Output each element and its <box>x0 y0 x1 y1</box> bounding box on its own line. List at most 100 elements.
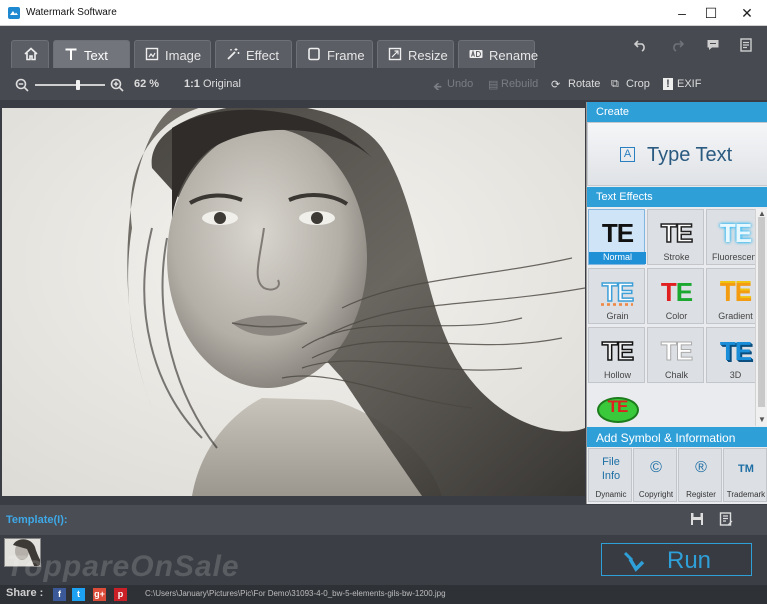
effect-color-t: T <box>661 277 676 307</box>
effect-stroke-preview: TE <box>648 218 705 249</box>
text-icon <box>64 47 78 61</box>
scroll-down-icon[interactable]: ▼ <box>758 415 766 424</box>
status-bar: Share : f t g+ p C:\Users\January\Pictur… <box>0 585 767 604</box>
tab-frame[interactable]: Frame <box>296 40 373 68</box>
share-label: Share : <box>6 587 43 599</box>
file-info-icon: File Info <box>589 455 633 483</box>
exif-button[interactable]: EXIF <box>677 78 701 90</box>
symbol-trademark[interactable]: TM Trademark <box>723 448 767 502</box>
window-title: Watermark Software <box>26 7 117 18</box>
maximize-button[interactable]: ☐ <box>694 0 728 26</box>
portrait-photo <box>2 108 585 496</box>
tab-rename-label: Rename <box>489 48 538 63</box>
tab-frame-label: Frame <box>327 48 365 63</box>
feedback-button[interactable] <box>698 30 728 60</box>
rotate-icon: ⟳ <box>551 78 560 91</box>
effect-grain[interactable]: TE Grain <box>588 268 645 324</box>
image-canvas[interactable] <box>2 108 585 496</box>
chat-icon <box>706 38 720 52</box>
template-label: Template(I): <box>6 514 68 526</box>
edit-template-icon[interactable] <box>719 512 733 526</box>
google-plus-icon[interactable]: g+ <box>93 588 106 601</box>
tab-image-label: Image <box>165 48 201 63</box>
effect-stroke[interactable]: TE Stroke <box>647 209 704 265</box>
type-text-button[interactable]: A Type Text <box>587 122 767 186</box>
tab-resize-label: Resize <box>408 48 448 63</box>
tab-home[interactable] <box>11 40 49 68</box>
rebuild-button[interactable]: Rebuild <box>501 78 538 90</box>
symbol-dynamic-label: Dynamic <box>589 490 633 499</box>
facebook-icon[interactable]: f <box>53 588 66 601</box>
original-size-icon: 1:1 <box>184 78 200 90</box>
effect-hollow[interactable]: TE Hollow <box>588 327 645 383</box>
template-bar: Template(I): <box>0 505 767 535</box>
menu-button[interactable] <box>731 30 761 60</box>
symbol-dynamic[interactable]: File Info Dynamic <box>588 448 632 502</box>
title-bar: Watermark Software – ☐ ✕ <box>0 0 767 26</box>
effects-scrollbar[interactable]: ▲ ▼ <box>755 209 767 426</box>
resize-icon <box>388 47 402 61</box>
magic-wand-icon <box>622 550 646 572</box>
zoom-slider-thumb[interactable] <box>76 80 80 90</box>
effect-sticker[interactable]: TE <box>588 386 645 426</box>
zoom-percent: 62 % <box>134 78 159 90</box>
trademark-icon: TM <box>724 463 767 475</box>
twitter-icon[interactable]: t <box>72 588 85 601</box>
effect-color-label: Color <box>648 311 705 321</box>
file-path: C:\Users\January\Pictures\Pic\For Demo\3… <box>145 589 446 598</box>
symbol-copyright-label: Copyright <box>634 490 678 499</box>
document-list-icon <box>739 38 753 52</box>
main-tab-bar: Text Image Effect Frame Resize Rename <box>0 26 767 70</box>
image-icon <box>145 47 159 61</box>
zoom-in-icon[interactable] <box>110 78 124 92</box>
tab-image[interactable]: Image <box>134 40 211 68</box>
tab-text[interactable]: Text <box>53 40 130 68</box>
effect-chalk-label: Chalk <box>648 370 705 380</box>
text-effects-header: Text Effects <box>587 187 767 207</box>
save-template-icon[interactable] <box>690 512 704 526</box>
tab-rename[interactable]: Rename <box>458 40 535 68</box>
tab-resize[interactable]: Resize <box>377 40 454 68</box>
rotate-button[interactable]: Rotate <box>568 78 600 90</box>
effect-grain-preview: TE <box>589 277 646 308</box>
pinterest-icon[interactable]: p <box>114 588 127 601</box>
effect-chalk[interactable]: TE Chalk <box>647 327 704 383</box>
effect-normal-label: Normal <box>589 252 646 264</box>
home-icon <box>24 47 38 61</box>
copyright-icon: © <box>634 459 678 477</box>
effect-color-preview: TE <box>648 277 705 308</box>
effect-sticker-preview: TE <box>589 397 646 417</box>
create-header: Create <box>587 102 767 122</box>
frame-icon <box>307 47 321 61</box>
crop-icon: ⧉ <box>611 78 619 91</box>
effect-color-e: E <box>676 277 692 307</box>
zoom-slider-track[interactable] <box>35 84 105 86</box>
crop-button[interactable]: Crop <box>626 78 650 90</box>
effect-normal[interactable]: TE Normal <box>588 209 645 265</box>
symbol-trademark-label: Trademark <box>724 490 767 499</box>
original-size-button[interactable]: Original <box>203 78 241 90</box>
symbol-register[interactable]: ® Register <box>678 448 722 502</box>
effect-color[interactable]: TE Color <box>647 268 704 324</box>
rebuild-icon: ▤ <box>488 78 498 91</box>
redo-arrow-button[interactable] <box>662 30 692 60</box>
watermark-text: ToppareOnSale <box>6 550 240 584</box>
effect-chalk-preview: TE <box>648 336 705 367</box>
zoom-out-icon[interactable] <box>15 78 29 92</box>
tab-effect[interactable]: Effect <box>215 40 292 68</box>
effect-stroke-label: Stroke <box>648 252 705 262</box>
symbol-copyright[interactable]: © Copyright <box>633 448 677 502</box>
undo-button[interactable]: Undo <box>447 78 473 90</box>
undo-arrow-button[interactable] <box>626 30 656 60</box>
run-label: Run <box>667 547 711 575</box>
run-button[interactable]: Run <box>601 543 752 576</box>
close-button[interactable]: ✕ <box>730 0 764 26</box>
redo-icon <box>670 38 684 52</box>
symbol-register-label: Register <box>679 490 723 499</box>
undo-arrow-icon: 🡸 <box>433 78 442 97</box>
scroll-thumb[interactable] <box>758 217 765 407</box>
text-box-icon: A <box>620 147 635 162</box>
type-text-label: Type Text <box>647 144 732 167</box>
registered-icon: ® <box>679 459 723 477</box>
rename-icon <box>469 47 483 61</box>
